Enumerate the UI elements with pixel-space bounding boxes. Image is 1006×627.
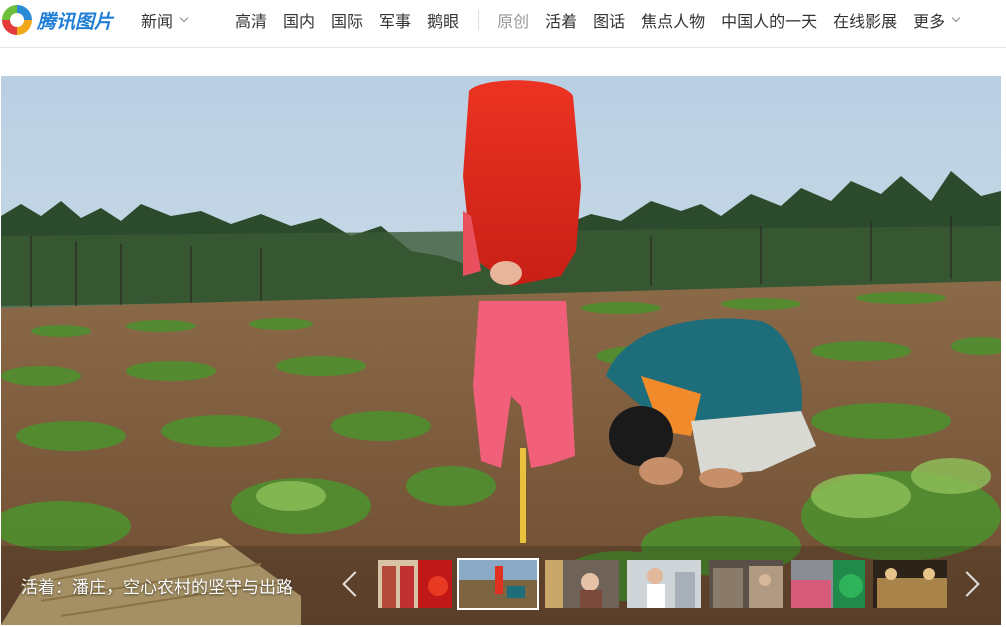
nav-item-more[interactable]: 更多: [913, 8, 961, 32]
channel-selector[interactable]: 新闻: [141, 8, 189, 32]
chevron-left-icon: [342, 571, 368, 597]
thumbnail[interactable]: [625, 558, 703, 610]
thumbnail-image: [627, 560, 701, 608]
nav-item-guonei[interactable]: 国内: [283, 8, 315, 32]
chevron-down-icon: [179, 13, 189, 23]
chevron-down-icon: [951, 13, 961, 23]
nav-item-junshi[interactable]: 军事: [379, 8, 411, 32]
thumbnail-image: [378, 560, 452, 608]
thumbnail-image: [459, 560, 537, 608]
thumbnail[interactable]: [543, 558, 621, 610]
nav-item-guoji[interactable]: 国际: [331, 8, 363, 32]
nav-item-gaoqing[interactable]: 高清: [235, 8, 267, 32]
nav-item-eyan[interactable]: 鹅眼: [427, 8, 459, 32]
prev-arrow[interactable]: [338, 562, 368, 606]
thumbnail[interactable]: [871, 558, 949, 610]
nav-item-yingzhan[interactable]: 在线影展: [833, 8, 897, 32]
nav-item-yuanchuang[interactable]: 原创: [497, 8, 529, 32]
thumbnail-image: [545, 560, 619, 608]
thumbnail[interactable]: [789, 558, 867, 610]
thumbnail-image: [791, 560, 865, 608]
logo-icon: [2, 5, 32, 35]
hero-photo-illustration: [1, 76, 1001, 625]
thumbnail-image: [709, 560, 783, 608]
logo-text: 腾讯图片: [37, 10, 114, 33]
chevron-right-icon: [954, 571, 980, 597]
thumbnail-active[interactable]: [457, 558, 539, 610]
more-label: 更多: [913, 12, 946, 31]
next-arrow[interactable]: [954, 562, 984, 606]
nav-item-jiaodian[interactable]: 焦点人物: [641, 8, 705, 32]
thumbnail-image: [873, 560, 947, 608]
nav-item-huozhe[interactable]: 活着: [545, 8, 577, 32]
nav-divider: [478, 10, 480, 30]
site-logo[interactable]: 腾讯图片: [2, 4, 113, 36]
hero-caption[interactable]: 活着：潘庄，空心农村的坚守与出路: [21, 573, 293, 598]
top-navigation-bar: 腾讯图片 新闻 高清 国内 国际 军事 鹅眼 原创 活着 图话 焦点人物 中国人…: [0, 0, 1006, 48]
thumbnail[interactable]: [376, 558, 454, 610]
nav-item-tuhua[interactable]: 图话: [593, 8, 625, 32]
hero-photo[interactable]: [1, 76, 1001, 625]
nav-item-yitian[interactable]: 中国人的一天: [721, 8, 817, 32]
channel-label: 新闻: [141, 12, 174, 31]
nav-primary: 高清 国内 国际 军事 鹅眼 原创 活着 图话 焦点人物 中国人的一天 在线影展…: [235, 0, 975, 40]
thumbnail[interactable]: [707, 558, 785, 610]
